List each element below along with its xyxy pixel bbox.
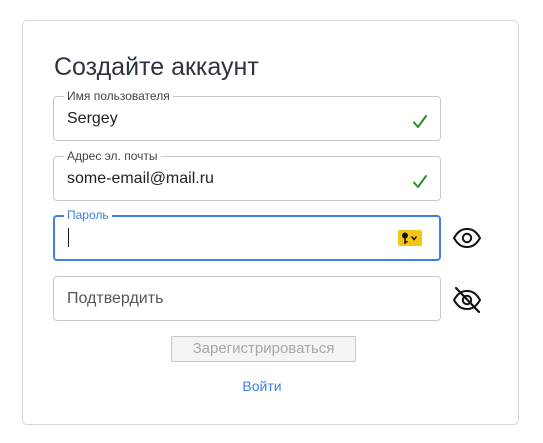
register-button[interactable]: Зарегистрироваться xyxy=(171,336,356,362)
password-label: Пароль xyxy=(64,208,112,222)
email-field[interactable]: Адрес эл. почты some-email@mail.ru xyxy=(53,149,441,201)
email-label: Адрес эл. почты xyxy=(64,149,161,163)
key-icon[interactable] xyxy=(398,230,422,246)
eye-off-icon[interactable] xyxy=(452,286,482,314)
email-value: some-email@mail.ru xyxy=(67,170,214,187)
confirm-password-field[interactable]: Подтвердить xyxy=(53,276,441,321)
check-icon xyxy=(413,175,427,188)
page-title: Создайте аккаунт xyxy=(54,53,259,81)
text-caret xyxy=(68,228,69,247)
check-icon xyxy=(413,115,427,128)
username-value: Sergey xyxy=(67,110,118,127)
login-link[interactable]: Войти xyxy=(200,377,324,395)
eye-icon[interactable] xyxy=(452,227,482,249)
password-field[interactable]: Пароль xyxy=(53,208,441,261)
confirm-placeholder: Подтвердить xyxy=(67,290,164,307)
username-label: Имя пользователя xyxy=(64,89,173,103)
username-field[interactable]: Имя пользователя Sergey xyxy=(53,89,441,141)
